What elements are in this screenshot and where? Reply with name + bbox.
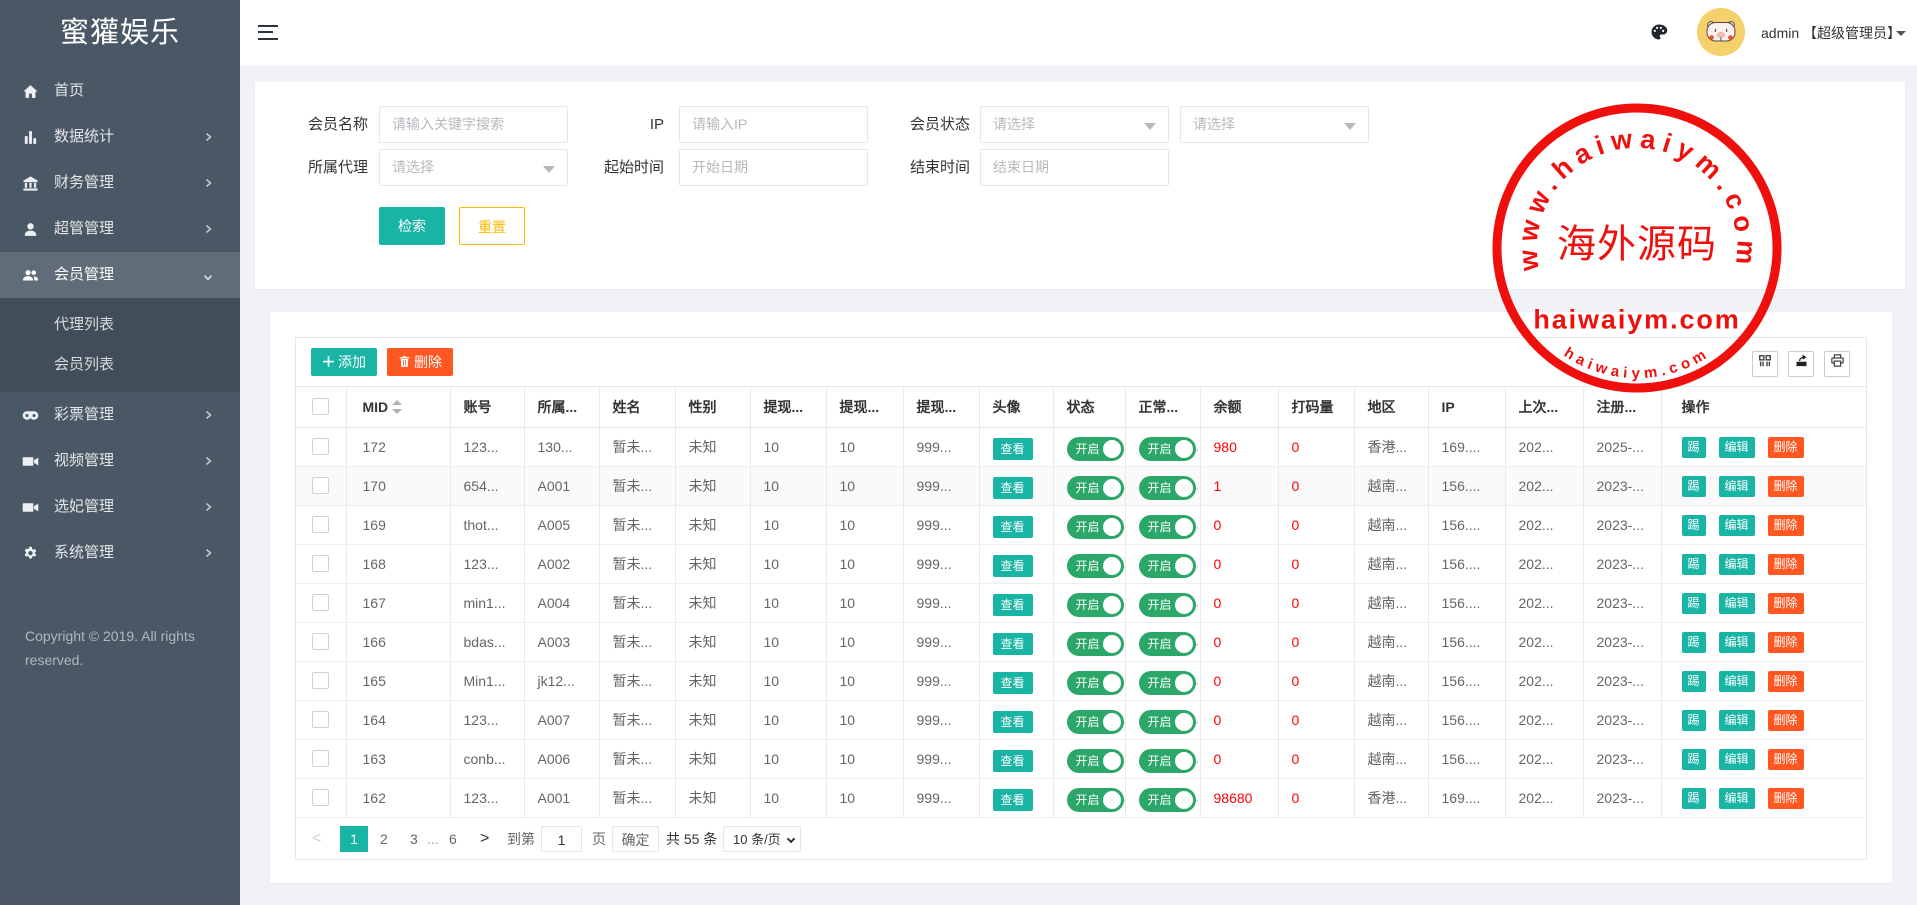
svg-text:海外源码: 海外源码 xyxy=(1557,224,1717,267)
svg-text:haiwaiym.com: haiwaiym.com xyxy=(1533,305,1740,335)
